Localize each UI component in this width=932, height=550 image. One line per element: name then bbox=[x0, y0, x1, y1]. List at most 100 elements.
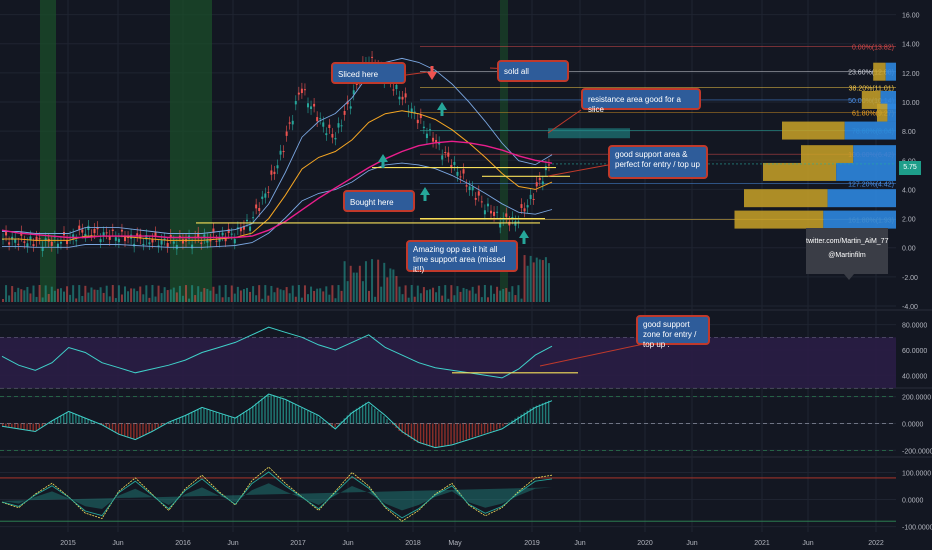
volume-bar bbox=[63, 291, 65, 302]
volume-bar bbox=[108, 296, 111, 302]
last-price-tag: 5.75 bbox=[899, 161, 921, 175]
volume-bar bbox=[172, 287, 175, 302]
volume-bar bbox=[72, 285, 75, 302]
candle-body bbox=[154, 232, 157, 236]
candle-body bbox=[319, 118, 322, 120]
candle-body bbox=[334, 137, 337, 140]
osc-hist-bar bbox=[450, 423, 452, 445]
volume-bar bbox=[163, 287, 166, 302]
volume-bar bbox=[212, 286, 215, 302]
volume-bar bbox=[364, 261, 367, 302]
volume-bar bbox=[307, 294, 309, 302]
osc-hist-bar bbox=[386, 419, 388, 424]
candle-body bbox=[474, 197, 477, 200]
osc-hist-bar bbox=[191, 412, 193, 424]
volume-bar bbox=[395, 276, 398, 302]
x-tick-label: 2022 bbox=[868, 540, 884, 547]
candle-body bbox=[398, 96, 401, 100]
volume-bar bbox=[291, 285, 294, 302]
volume-bar bbox=[285, 287, 288, 302]
osc-hist-bar bbox=[377, 411, 379, 424]
osc-hist-bar bbox=[477, 423, 480, 436]
osc-hist-bar bbox=[471, 423, 474, 438]
volume-bar bbox=[148, 297, 151, 302]
volume-bar bbox=[209, 290, 212, 302]
volume-bar bbox=[38, 285, 41, 302]
osc-hist-bar bbox=[185, 414, 187, 424]
candle-body bbox=[325, 133, 328, 136]
volume-bar bbox=[114, 298, 117, 302]
candle-body bbox=[477, 191, 480, 196]
volume-bar bbox=[102, 292, 105, 302]
osc-hist-bar bbox=[233, 418, 236, 424]
chart-canvas[interactable]: 0.00%(13.82)23.60%(12.08)38.20%(11.01)50… bbox=[0, 0, 932, 550]
volume-bar bbox=[111, 285, 114, 302]
osc-hist-bar bbox=[127, 423, 129, 438]
osc-hist-bar bbox=[212, 411, 214, 424]
osc-hist-bar bbox=[374, 408, 376, 424]
osc-hist-bar bbox=[203, 408, 205, 424]
volume-profile-bar bbox=[744, 189, 828, 208]
volume-bar bbox=[136, 291, 139, 302]
volume-bar bbox=[258, 285, 261, 302]
volume-bar bbox=[105, 285, 108, 302]
osc-hist-bar bbox=[285, 400, 288, 424]
candle-body bbox=[178, 235, 181, 237]
y-tick-label: 16.00 bbox=[902, 13, 920, 20]
candle-body bbox=[310, 106, 313, 110]
candle-body bbox=[270, 170, 273, 175]
osc-hist-bar bbox=[206, 409, 208, 424]
volume-bar bbox=[349, 265, 352, 302]
osc-hist-bar bbox=[435, 423, 437, 448]
x-tick-label: May bbox=[448, 540, 462, 547]
osc-hist-bar bbox=[505, 423, 507, 425]
candle-body bbox=[490, 210, 492, 214]
osc-hist-bar bbox=[535, 405, 538, 424]
volume-profile-bar bbox=[734, 210, 824, 229]
candle-body bbox=[120, 229, 123, 232]
volume-bar bbox=[81, 295, 84, 302]
volume-bar bbox=[432, 287, 435, 302]
volume-bar bbox=[41, 297, 44, 302]
volume-bar bbox=[316, 288, 319, 302]
volume-bar bbox=[26, 286, 29, 302]
candle-body bbox=[249, 226, 252, 231]
volume-bar bbox=[447, 298, 450, 302]
candle-body bbox=[520, 204, 523, 208]
osc-hist-bar bbox=[276, 397, 278, 424]
volume-bar bbox=[371, 259, 374, 302]
osc-hist-bar bbox=[368, 403, 370, 424]
osc-hist-bar bbox=[224, 415, 227, 424]
candle-body bbox=[483, 210, 486, 215]
osc-hist-bar bbox=[145, 423, 147, 435]
volume-bar bbox=[53, 290, 56, 302]
x-tick-label: 2017 bbox=[290, 540, 306, 547]
x-tick-label: 2021 bbox=[754, 540, 770, 547]
volume-bar bbox=[47, 293, 50, 302]
volume-bar bbox=[386, 277, 389, 302]
candle-body bbox=[78, 225, 81, 230]
osc-hist-bar bbox=[14, 423, 16, 429]
y-tick-label: -2.00 bbox=[902, 275, 918, 282]
volume-bar bbox=[151, 285, 154, 302]
volume-bar bbox=[5, 285, 8, 302]
volume-bar bbox=[325, 286, 328, 302]
volume-bar bbox=[230, 285, 233, 302]
osc-hist-bar bbox=[361, 404, 364, 424]
annotation-pointer bbox=[547, 164, 609, 177]
volume-bar bbox=[456, 286, 459, 302]
volume-bar bbox=[313, 290, 316, 302]
osc-hist-bar bbox=[273, 396, 275, 424]
volume-bar bbox=[242, 289, 245, 302]
volume-bar bbox=[346, 281, 349, 302]
volume-bar bbox=[142, 294, 145, 302]
x-tick-label: 2019 bbox=[524, 540, 540, 547]
candle-body bbox=[172, 241, 175, 244]
volume-bar bbox=[99, 287, 102, 302]
candle-body bbox=[328, 124, 331, 129]
series-osc2-fill bbox=[2, 483, 552, 511]
osc-hist-bar bbox=[130, 423, 132, 439]
volume-bar bbox=[239, 290, 242, 302]
osc-hist-bar bbox=[432, 423, 434, 448]
osc-hist-bar bbox=[188, 413, 190, 424]
